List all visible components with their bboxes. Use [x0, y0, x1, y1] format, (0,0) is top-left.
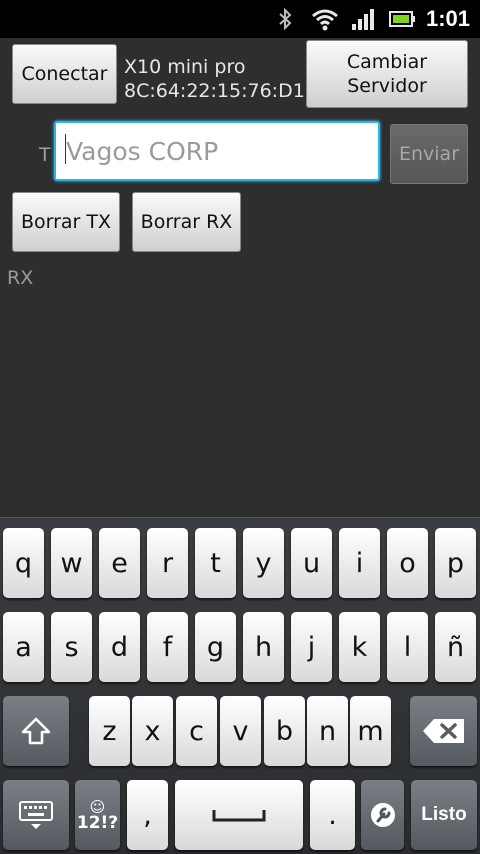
key-o[interactable]: o [387, 528, 428, 598]
key-v[interactable]: v [220, 696, 261, 766]
key-i[interactable]: i [339, 528, 380, 598]
key-t[interactable]: t [195, 528, 236, 598]
keyboard-icon [19, 801, 53, 829]
backspace-key[interactable] [410, 696, 477, 766]
key-u[interactable]: u [291, 528, 332, 598]
text-cursor [65, 134, 66, 164]
key-c[interactable]: c [176, 696, 217, 766]
key-f[interactable]: f [147, 612, 188, 682]
change-server-button[interactable]: Cambiar Servidor [306, 40, 468, 108]
key-n[interactable]: n [307, 696, 348, 766]
done-key[interactable]: Listo [411, 780, 477, 850]
key-q[interactable]: q [3, 528, 44, 598]
key-x[interactable]: x [132, 696, 173, 766]
send-button[interactable]: Enviar [390, 124, 468, 184]
space-key[interactable] [175, 780, 303, 850]
key-b[interactable]: b [264, 696, 305, 766]
device-mac-address: 8C:64:22:15:76:D1 [124, 80, 305, 102]
backspace-icon [422, 719, 464, 743]
key-m[interactable]: m [350, 696, 391, 766]
change-server-label: Cambiar Servidor [346, 51, 428, 97]
key-h[interactable]: h [243, 612, 284, 682]
connect-button[interactable]: Conectar [12, 44, 117, 104]
shift-icon [21, 717, 51, 745]
soft-keyboard: q w e r t y u i o p a s d f g h j k l ñ … [0, 517, 480, 854]
key-y[interactable]: y [243, 528, 284, 598]
key-a[interactable]: a [3, 612, 44, 682]
key-j[interactable]: j [291, 612, 332, 682]
key-z[interactable]: z [89, 696, 130, 766]
key-w[interactable]: w [51, 528, 92, 598]
key-period[interactable]: . [310, 780, 355, 850]
shift-key[interactable] [3, 696, 69, 766]
settings-key[interactable] [361, 780, 404, 850]
message-input[interactable] [54, 121, 380, 181]
symbols-key[interactable]: ☺ 12!? [75, 780, 120, 850]
symbols-label: 12!? [76, 813, 119, 833]
key-s[interactable]: s [51, 612, 92, 682]
signal-icon [352, 9, 374, 30]
rx-label: RX [7, 267, 34, 289]
key-g[interactable]: g [195, 612, 236, 682]
keyboard-settings-key[interactable] [3, 780, 69, 850]
key-p[interactable]: p [435, 528, 476, 598]
bluetooth-icon [279, 7, 292, 31]
key-k[interactable]: k [339, 612, 380, 682]
wifi-icon [312, 9, 338, 31]
key-e[interactable]: e [99, 528, 140, 598]
key-n-tilde[interactable]: ñ [435, 612, 476, 682]
clock: 1:01 [425, 6, 470, 31]
clear-rx-button[interactable]: Borrar RX [132, 192, 241, 252]
tx-label: T [39, 144, 51, 166]
device-name: X10 mini pro [124, 56, 246, 78]
key-l[interactable]: l [387, 612, 428, 682]
status-bar: 1:01 [0, 0, 480, 38]
battery-icon [389, 11, 415, 27]
space-bar-icon [212, 810, 266, 822]
key-comma[interactable]: , [127, 780, 168, 850]
wrench-icon [370, 803, 395, 827]
clear-tx-button[interactable]: Borrar TX [12, 192, 120, 252]
key-r[interactable]: r [147, 528, 188, 598]
key-d[interactable]: d [99, 612, 140, 682]
